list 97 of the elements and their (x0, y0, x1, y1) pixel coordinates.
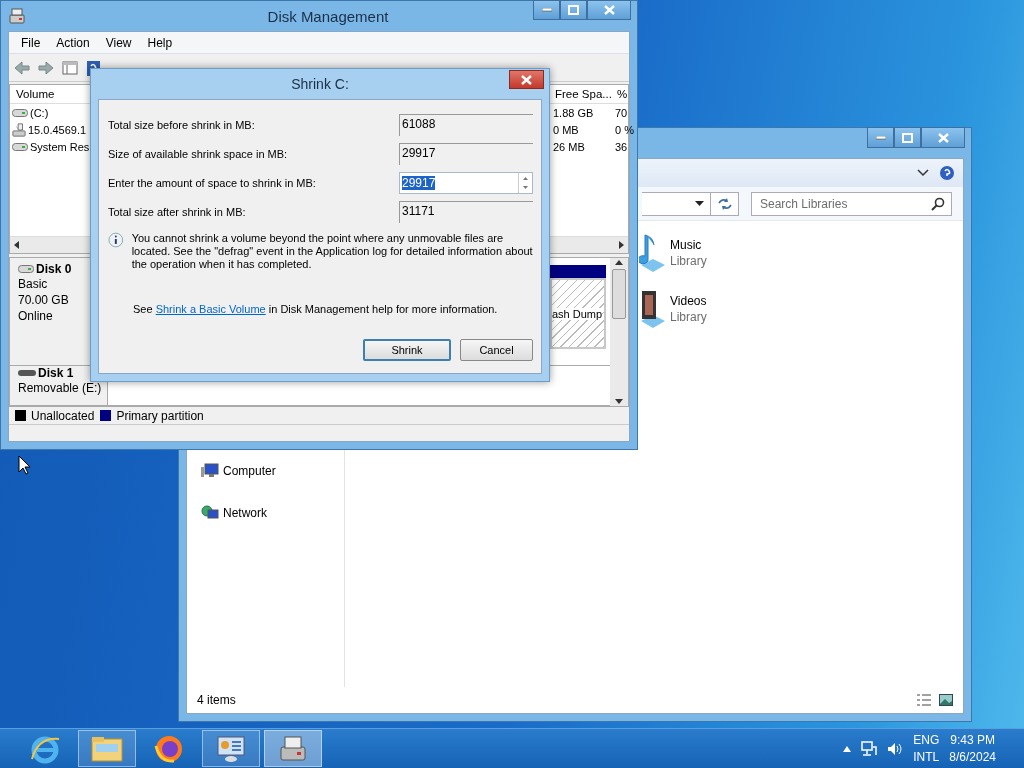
drive-icon (12, 107, 28, 118)
table-cell: 0 MB (553, 123, 579, 136)
address-bar[interactable] (642, 191, 711, 216)
table-cell: 1.88 GB (553, 106, 594, 119)
value-field: 29917 (399, 142, 533, 165)
column-header[interactable]: Free Spa... (553, 88, 614, 100)
library-type: Library (670, 310, 707, 324)
disk-detail: Online (18, 308, 54, 324)
vertical-scrollbar[interactable] (610, 258, 628, 406)
cursor-icon (18, 455, 31, 475)
table-cell: 0 % (615, 123, 634, 136)
partition-block[interactable]: ash Dump (550, 278, 606, 349)
window-title: Disk Management (267, 7, 389, 25)
library-name[interactable]: Music (670, 238, 707, 252)
folder-icon (90, 734, 124, 763)
help-link[interactable]: Shrink a Basic Volume (155, 303, 266, 315)
value-field: 31171 (399, 200, 533, 223)
firefox-icon (154, 733, 184, 764)
maximize-button[interactable] (560, 0, 587, 20)
field-label: Size of available shrink space in MB: (108, 147, 288, 160)
table-cell: 36 (615, 140, 628, 153)
show-hidden-icons-icon[interactable] (843, 745, 852, 752)
table-cell: System Res (30, 140, 90, 153)
thumbnail-view-icon[interactable] (939, 694, 953, 706)
spin-field[interactable]: 29917 (399, 171, 533, 194)
scroll-left-icon[interactable] (14, 241, 20, 249)
field-label: Enter the amount of space to shrink in MB: (108, 176, 316, 189)
input-language[interactable]: ENG INTL (913, 731, 940, 766)
chevron-icon[interactable] (917, 168, 929, 178)
caret-icon (695, 201, 704, 206)
info-text: You cannot shrink a volume beyond the point where any unmovable files are located. See the "defrag" event in the Application log for detailed information about the operation when it has completed. (131, 232, 533, 271)
disk-name: Disk 1 (38, 366, 74, 380)
field-label: Total size after shrink in MB: (108, 205, 246, 218)
disk-detail: 70.00 GB (18, 292, 70, 308)
search-icon (931, 196, 945, 211)
value-field: 61088 (399, 113, 533, 136)
dialog-title: Shrink C: (291, 76, 349, 92)
taskbar-button[interactable] (78, 730, 136, 767)
network-icon (201, 505, 219, 521)
nav-item[interactable]: Computer (223, 464, 276, 478)
search-field[interactable]: Search Libraries (751, 191, 952, 216)
taskbar-button[interactable] (264, 730, 322, 767)
clock[interactable]: 9:43 PM 8/6/2024 (949, 731, 996, 766)
network-icon[interactable] (861, 740, 878, 757)
nav-item[interactable]: Network (223, 506, 267, 520)
close-icon (521, 74, 532, 85)
menu-item[interactable]: Help (139, 35, 181, 50)
library-name[interactable]: Videos (670, 294, 707, 308)
refresh-icon (716, 196, 733, 211)
disk-detail: Removable (E:) (18, 380, 103, 397)
disk-detail: Basic (18, 276, 49, 292)
forward-icon[interactable] (37, 58, 55, 77)
close-icon (937, 132, 949, 143)
scroll-down-icon (615, 399, 623, 404)
menu-item[interactable]: Action (48, 35, 98, 50)
maximize-icon (902, 132, 913, 143)
column-header[interactable]: % (615, 88, 630, 100)
music-library-icon (639, 231, 667, 275)
partition-label: ash Dump (552, 307, 603, 320)
legend-label: Primary partition (116, 408, 204, 423)
library-type: Library (670, 254, 707, 268)
disk-name: Disk 0 (36, 262, 72, 276)
legend-label: Unallocated (31, 408, 95, 423)
scroll-up-icon (615, 260, 623, 265)
console-tree-icon[interactable] (61, 58, 79, 77)
close-button[interactable] (587, 0, 631, 20)
dialog-button[interactable]: Cancel (460, 339, 533, 361)
info-icon (108, 232, 124, 248)
taskbar-button[interactable] (202, 730, 260, 767)
minimize-button[interactable] (867, 127, 894, 148)
maximize-icon (568, 5, 579, 15)
maximize-button[interactable] (894, 127, 921, 148)
close-button[interactable] (921, 127, 965, 148)
field-label: Total size before shrink in MB: (108, 118, 255, 131)
drive-icon (12, 141, 28, 152)
table-cell: 70 (615, 106, 628, 119)
minimize-icon (541, 8, 552, 12)
item-count: 4 items (197, 693, 236, 707)
back-icon[interactable] (13, 58, 31, 77)
close-button[interactable] (509, 70, 544, 89)
menu-item[interactable]: View (97, 35, 140, 50)
control-panel-icon (215, 734, 247, 763)
table-cell: 26 MB (553, 140, 585, 153)
table-cell: 15.0.4569.1 (28, 123, 87, 136)
menu-item[interactable]: File (13, 35, 49, 50)
refresh-button[interactable] (711, 191, 739, 216)
dialog-button[interactable]: Shrink (363, 339, 451, 361)
computer-icon (201, 463, 219, 479)
scroll-right-icon[interactable] (618, 241, 624, 249)
details-view-icon[interactable] (917, 694, 931, 706)
minimize-button[interactable] (533, 0, 560, 20)
help-text: See Shrink a Basic Volume in Disk Management help for more information. (133, 303, 499, 315)
close-icon (603, 5, 615, 15)
table-cell: (C:) (30, 106, 49, 119)
minimize-icon (875, 135, 886, 140)
column-header[interactable]: Volume (14, 88, 57, 100)
help-icon[interactable] (939, 165, 955, 181)
